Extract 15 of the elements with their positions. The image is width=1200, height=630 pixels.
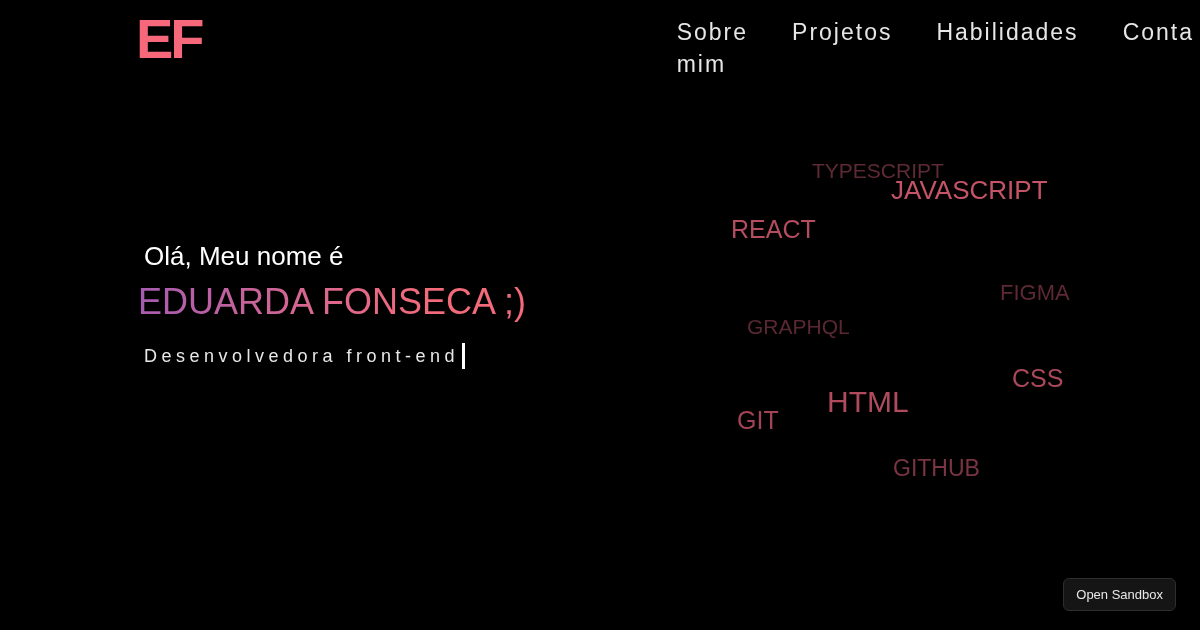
nav-link[interactable]: Projetos <box>792 16 893 48</box>
nav-link[interactable]: Conta <box>1122 16 1194 48</box>
nav-link[interactable]: Habilidades <box>936 16 1079 48</box>
skill-word: GIT <box>737 405 779 435</box>
logo[interactable]: EF <box>136 11 206 67</box>
skill-word: HTML <box>827 384 909 420</box>
open-sandbox-button[interactable]: Open Sandbox <box>1063 578 1176 611</box>
skill-word: CSS <box>1012 363 1064 393</box>
skill-word: GITHUB <box>893 455 980 483</box>
skill-word: FIGMA <box>1000 279 1070 307</box>
nav-link[interactable]: Sobre mim <box>676 16 749 80</box>
skill-word: GRAPHQL <box>747 314 850 340</box>
skill-word: REACT <box>731 214 816 244</box>
tagline-text: Desenvolvedora front-end <box>144 345 460 368</box>
greeting-text: Olá, Meu nome é <box>144 240 344 272</box>
